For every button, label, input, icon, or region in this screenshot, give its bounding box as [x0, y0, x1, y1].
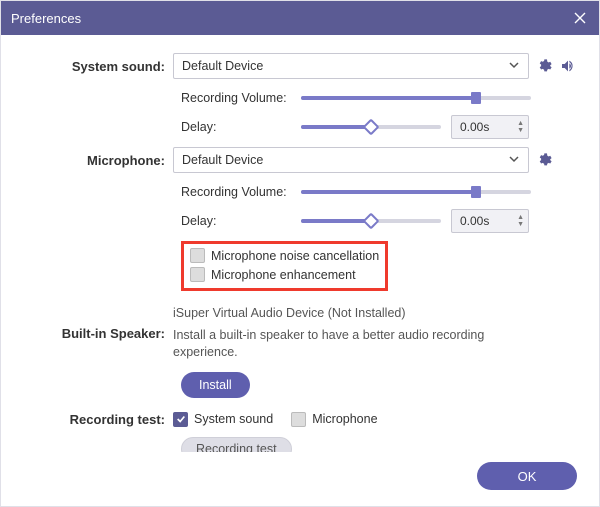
mic-volume-slider[interactable]	[301, 183, 531, 201]
mic-delay-slider[interactable]	[301, 212, 441, 230]
gear-icon[interactable]	[535, 57, 553, 75]
gear-icon[interactable]	[535, 151, 553, 169]
system-delay-stepper[interactable]: 0.00s ▲ ▼	[451, 115, 529, 139]
checkbox-icon	[173, 412, 188, 427]
close-icon[interactable]	[571, 9, 589, 27]
chevron-down-icon	[508, 59, 520, 74]
microphone-device-select[interactable]: Default Device	[173, 147, 529, 173]
slider-thumb[interactable]	[471, 92, 481, 104]
checkbox-icon	[190, 248, 205, 263]
mic-delay-value: 0.00s	[460, 214, 489, 228]
preferences-window: Preferences System sound: Default Device	[0, 0, 600, 507]
window-title: Preferences	[11, 11, 81, 26]
test-system-sound-checkbox[interactable]: System sound	[173, 412, 273, 427]
test-microphone-checkbox[interactable]: Microphone	[291, 412, 377, 427]
highlight-box: Microphone noise cancellation Microphone…	[181, 241, 388, 291]
speaker-icon[interactable]	[559, 57, 577, 75]
slider-fill	[301, 96, 476, 100]
slider-thumb[interactable]	[363, 119, 380, 136]
slider-thumb[interactable]	[363, 213, 380, 230]
microphone-label: Microphone:	[23, 153, 173, 168]
recording-test-label: Recording test:	[23, 412, 173, 427]
speaker-label: Built-in Speaker:	[23, 326, 173, 341]
system-delay-label: Delay:	[181, 120, 301, 134]
content-area: System sound: Default Device Recording V…	[1, 35, 599, 452]
footer: OK	[1, 452, 599, 506]
install-button[interactable]: Install	[181, 372, 250, 398]
system-delay-slider[interactable]	[301, 118, 441, 136]
chevron-up-icon[interactable]: ▲	[517, 121, 524, 127]
slider-thumb[interactable]	[471, 186, 481, 198]
mic-enhance-label: Microphone enhancement	[211, 268, 356, 282]
speaker-device: iSuper Virtual Audio Device (Not Install…	[173, 305, 406, 323]
chevron-down-icon	[508, 153, 520, 168]
mic-noise-cancel-checkbox[interactable]: Microphone noise cancellation	[190, 248, 379, 263]
slider-fill	[301, 190, 476, 194]
slider-fill	[301, 219, 371, 223]
mic-delay-stepper[interactable]: 0.00s ▲ ▼	[451, 209, 529, 233]
system-sound-label: System sound:	[23, 59, 173, 74]
checkbox-icon	[291, 412, 306, 427]
microphone-device-value: Default Device	[182, 153, 263, 167]
chevron-down-icon[interactable]: ▼	[517, 222, 524, 228]
mic-noise-cancel-label: Microphone noise cancellation	[211, 249, 379, 263]
mic-enhance-checkbox[interactable]: Microphone enhancement	[190, 267, 379, 282]
system-sound-device-value: Default Device	[182, 59, 263, 73]
system-sound-device-select[interactable]: Default Device	[173, 53, 529, 79]
titlebar: Preferences	[1, 1, 599, 35]
ok-button[interactable]: OK	[477, 462, 577, 490]
test-system-sound-label: System sound	[194, 412, 273, 426]
system-delay-value: 0.00s	[460, 120, 489, 134]
chevron-down-icon[interactable]: ▼	[517, 128, 524, 134]
system-volume-slider[interactable]	[301, 89, 531, 107]
mic-volume-label: Recording Volume:	[181, 185, 301, 199]
checkbox-icon	[190, 267, 205, 282]
system-volume-label: Recording Volume:	[181, 91, 301, 105]
speaker-hint: Install a built-in speaker to have a bet…	[173, 327, 513, 362]
test-microphone-label: Microphone	[312, 412, 377, 426]
chevron-up-icon[interactable]: ▲	[517, 215, 524, 221]
mic-delay-label: Delay:	[181, 214, 301, 228]
recording-test-button[interactable]: Recording test	[181, 437, 292, 453]
slider-fill	[301, 125, 371, 129]
